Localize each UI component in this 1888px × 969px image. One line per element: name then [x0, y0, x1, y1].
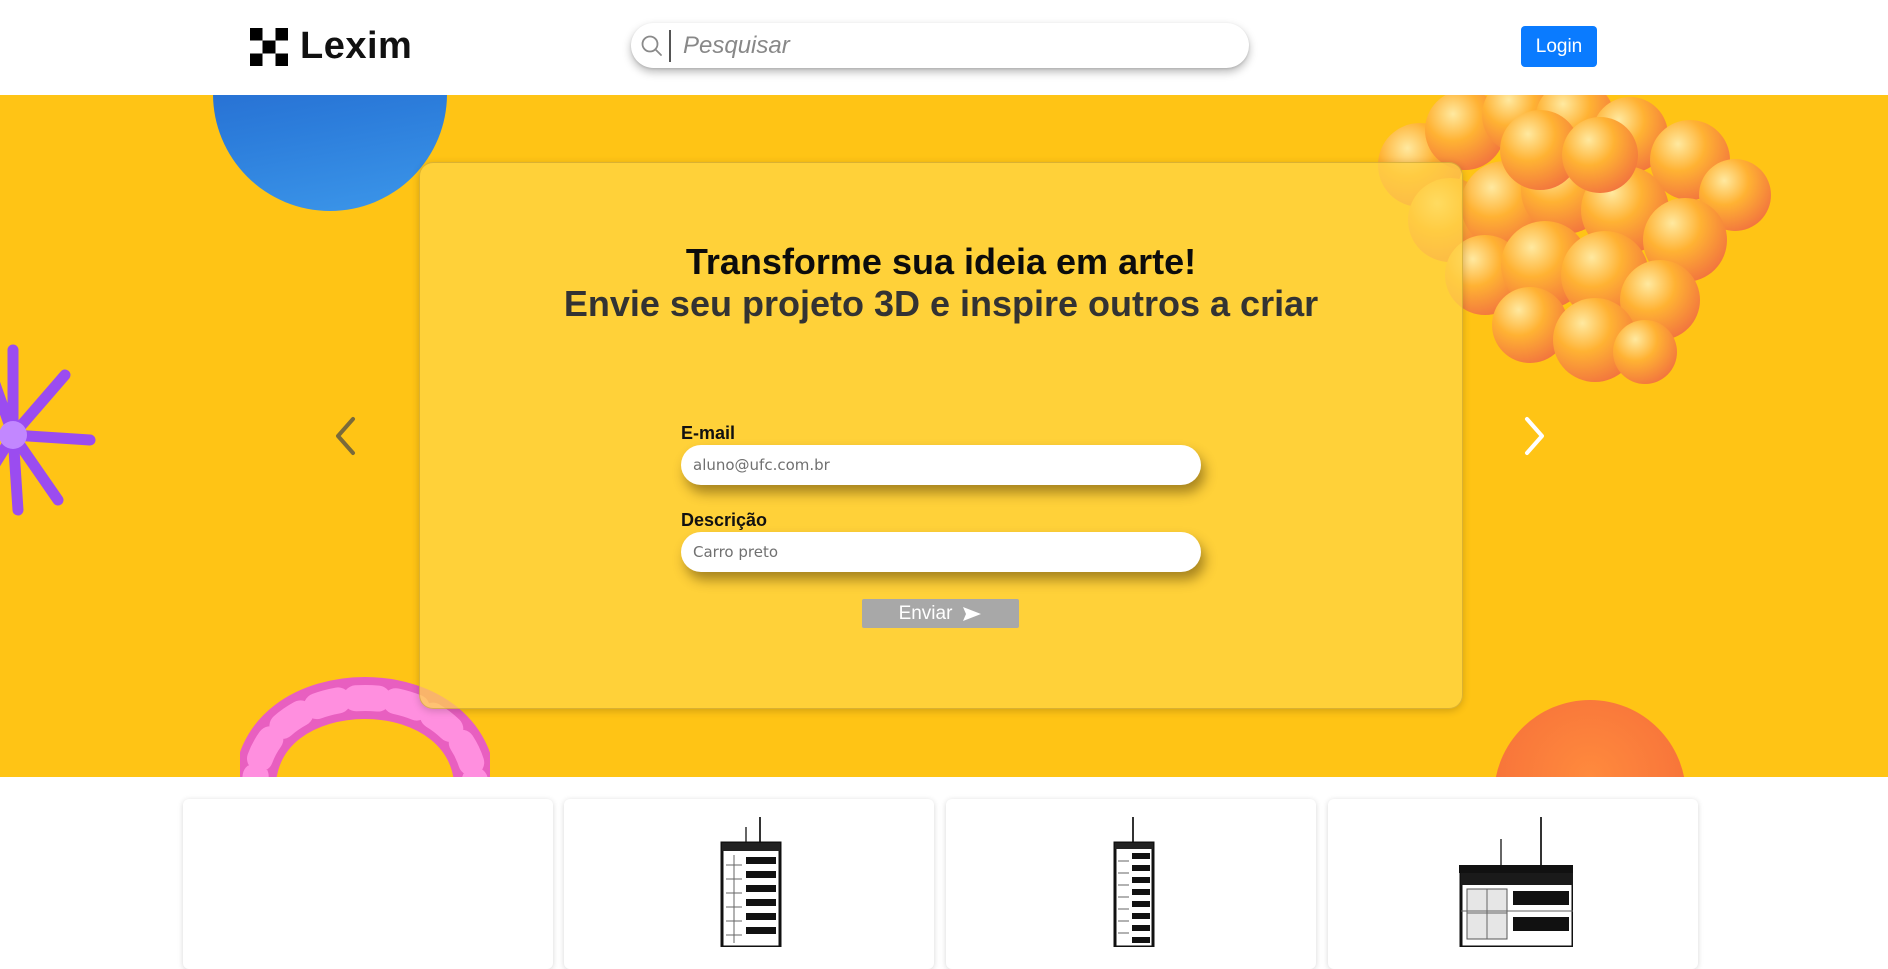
carousel-prev-button[interactable] [329, 413, 363, 459]
product-grid [0, 777, 1888, 969]
search-input[interactable] [681, 26, 1249, 65]
hero-banner: Transforme sua ideia em arte! Envie seu … [0, 95, 1888, 777]
hero-title: Transforme sua ideia em arte! [685, 241, 1197, 282]
send-button-label: Enviar [898, 602, 953, 624]
top-navbar: Lexim Login [0, 0, 1888, 95]
purple-star-decoration [0, 344, 96, 516]
email-field[interactable] [681, 445, 1201, 485]
product-card[interactable] [564, 799, 934, 969]
orange-circle-decoration [1494, 700, 1686, 777]
search-bar[interactable] [631, 23, 1249, 68]
building-icon [1459, 817, 1573, 947]
description-label: Descrição [681, 510, 768, 530]
search-icon [641, 35, 662, 56]
send-icon [963, 606, 982, 621]
pixel-x-logo-icon [250, 27, 288, 66]
brand-logo[interactable]: Lexim [250, 25, 412, 68]
carousel-next-button[interactable] [1517, 413, 1551, 459]
search-divider [669, 29, 671, 62]
description-field[interactable] [681, 532, 1201, 572]
brand-name: Lexim [300, 25, 413, 67]
chevron-right-icon [1525, 417, 1544, 455]
blue-circle-decoration [213, 95, 447, 211]
chevron-left-icon [336, 417, 355, 455]
upload-form-card: Transforme sua ideia em arte! Envie seu … [419, 162, 1463, 709]
product-card[interactable] [183, 799, 553, 969]
hero-subtitle: Envie seu projeto 3D e inspire outros a … [563, 283, 1319, 324]
product-card[interactable] [946, 799, 1316, 969]
building-icon [720, 817, 782, 947]
building-icon [1113, 817, 1155, 947]
product-card[interactable] [1328, 799, 1698, 969]
login-button[interactable]: Login [1521, 26, 1597, 67]
email-label: E-mail [681, 423, 736, 443]
send-button[interactable]: Enviar [862, 599, 1019, 628]
